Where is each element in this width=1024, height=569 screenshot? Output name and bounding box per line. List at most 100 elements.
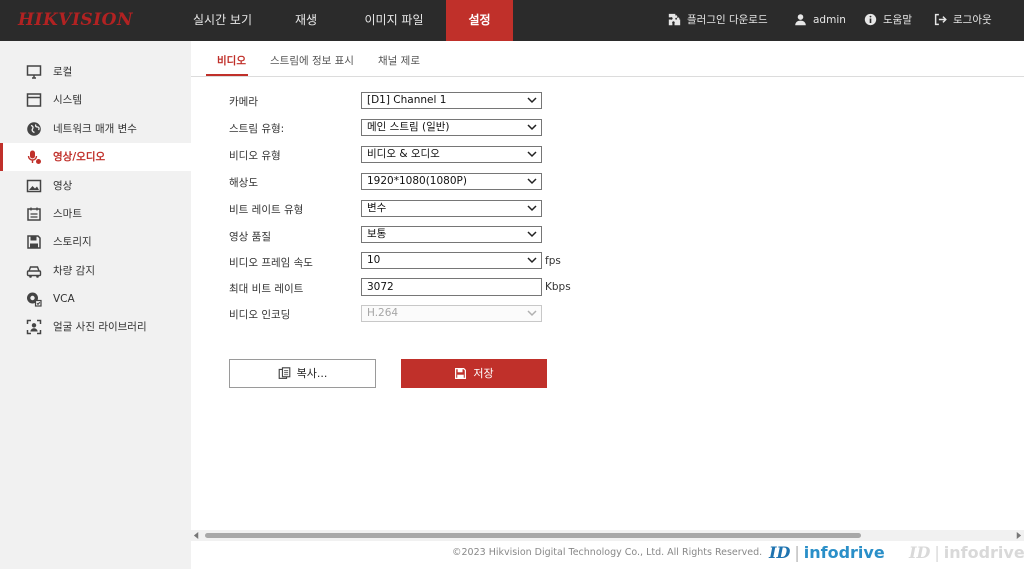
info-icon — [864, 13, 877, 25]
infodrive-watermark-faded: ID | infodrive — [909, 543, 1024, 562]
max-bitrate-input[interactable]: 3072 — [361, 278, 542, 296]
copy-button[interactable]: 복사... — [229, 359, 376, 388]
sidebar-item-video-audio[interactable]: 영상/오디오 — [0, 143, 191, 171]
logout-icon — [934, 13, 947, 25]
copy-button-label: 복사... — [296, 367, 328, 380]
sidebar-item-label: 스마트 — [53, 208, 82, 220]
infodrive-watermark: ID | infodrive — [769, 543, 885, 562]
stream-type-label: 스트림 유형: — [229, 123, 285, 135]
horizontal-scrollbar[interactable] — [191, 530, 1024, 541]
video-encoding-value: H.264 — [367, 307, 399, 319]
sidebar-item-smart[interactable]: 스마트 — [0, 200, 191, 228]
nav-tab-image-files[interactable]: 이미지 파일 — [342, 0, 446, 41]
camera-label: 카메라 — [229, 96, 258, 108]
chevron-down-icon — [527, 231, 537, 238]
user-account-link[interactable]: admin — [794, 0, 846, 41]
subtab-video[interactable]: 비디오 — [217, 53, 246, 75]
watermark-text: infodrive — [943, 543, 1024, 562]
scrollbar-thumb[interactable] — [205, 533, 861, 538]
video-type-label: 비디오 유형 — [229, 150, 281, 162]
car-icon — [26, 266, 42, 278]
resolution-value: 1920*1080(1080P) — [367, 175, 467, 187]
sidebar-item-label: 로컬 — [53, 66, 73, 78]
nav-tab-live-view[interactable]: 실시간 보기 — [175, 0, 270, 41]
image-icon — [26, 179, 42, 193]
nav-tab-settings[interactable]: 설정 — [446, 0, 513, 41]
subtab-divider — [191, 76, 1024, 77]
video-quality-label: 영상 품질 — [229, 231, 271, 243]
save-button-label: 저장 — [473, 367, 494, 380]
stream-type-value: 메인 스트림 (일반) — [367, 121, 450, 133]
sidebar-item-local[interactable]: 로컬 — [0, 58, 191, 86]
chevron-down-icon — [527, 97, 537, 104]
chevron-down-icon — [527, 151, 537, 158]
sidebar-item-label: VCA — [53, 293, 75, 305]
camera-value: [D1] Channel 1 — [367, 94, 447, 106]
camera-select[interactable]: [D1] Channel 1 — [361, 92, 542, 109]
frame-rate-label: 비디오 프레임 속도 — [229, 257, 313, 269]
sidebar-item-vca[interactable]: VCA — [0, 285, 191, 313]
sidebar-item-image[interactable]: 영상 — [0, 172, 191, 200]
settings-sidebar: 로컬 시스템 네트워크 매개 변수 영상/오디오 영상 스마트 스토리지 차량 … — [0, 41, 191, 569]
watermark-text: infodrive — [803, 543, 885, 562]
copyright-text: ©2023 Hikvision Digital Technology Co., … — [452, 547, 763, 558]
bitrate-type-label: 비트 레이트 유형 — [229, 204, 304, 216]
max-bitrate-value: 3072 — [367, 281, 394, 293]
scroll-left-arrow-icon[interactable] — [193, 532, 200, 539]
plugin-download-label: 플러그인 다운로드 — [687, 14, 768, 26]
video-type-select[interactable]: 비디오 & 오디오 — [361, 146, 542, 163]
help-link[interactable]: 도움말 — [864, 0, 912, 41]
stream-type-select[interactable]: 메인 스트림 (일반) — [361, 119, 542, 136]
logout-link[interactable]: 로그아웃 — [934, 0, 992, 41]
puzzle-piece-icon — [668, 13, 681, 25]
save-disk-icon — [455, 367, 467, 379]
plugin-download-link[interactable]: 플러그인 다운로드 — [668, 0, 768, 41]
frame-rate-select[interactable]: 10 — [361, 252, 542, 269]
subtab-stream-info-display[interactable]: 스트림에 정보 표시 — [270, 53, 354, 75]
sidebar-item-network[interactable]: 네트워크 매개 변수 — [0, 115, 191, 143]
calendar-icon — [27, 207, 41, 221]
chevron-down-icon — [527, 257, 537, 264]
video-type-value: 비디오 & 오디오 — [367, 148, 440, 160]
scroll-right-arrow-icon[interactable] — [1015, 532, 1022, 539]
sidebar-item-system[interactable]: 시스템 — [0, 86, 191, 114]
sidebar-item-label: 얼굴 사진 라이브러리 — [53, 321, 147, 333]
sidebar-item-label: 차량 감지 — [53, 265, 95, 277]
frame-rate-unit: fps — [545, 255, 561, 267]
copy-icon — [278, 366, 290, 379]
window-icon — [26, 93, 42, 107]
resolution-label: 해상도 — [229, 177, 258, 189]
video-encoding-select: H.264 — [361, 305, 542, 322]
sidebar-item-label: 영상 — [53, 180, 73, 192]
resolution-select[interactable]: 1920*1080(1080P) — [361, 173, 542, 190]
sidebar-item-label: 영상/오디오 — [53, 151, 106, 163]
chevron-down-icon — [527, 178, 537, 185]
chevron-down-icon — [527, 205, 537, 212]
user-icon — [795, 13, 806, 25]
bitrate-type-select[interactable]: 변수 — [361, 200, 542, 217]
microphone-icon — [27, 150, 41, 164]
vca-camera-icon — [27, 292, 42, 307]
chevron-down-icon — [527, 124, 537, 131]
watermark-id: ID — [909, 543, 931, 562]
video-encoding-label: 비디오 인코딩 — [229, 309, 291, 321]
save-button[interactable]: 저장 — [401, 359, 547, 388]
nav-tab-playback[interactable]: 재생 — [270, 0, 342, 41]
sidebar-item-storage[interactable]: 스토리지 — [0, 228, 191, 256]
sidebar-item-label: 스토리지 — [53, 236, 92, 248]
top-navigation-bar: HIKVISION 실시간 보기 재생 이미지 파일 설정 플러그인 다운로드 … — [0, 0, 1024, 41]
video-quality-select[interactable]: 보통 — [361, 226, 542, 243]
face-frame-icon — [26, 319, 42, 335]
bitrate-type-value: 변수 — [367, 202, 387, 214]
sidebar-item-face-library[interactable]: 얼굴 사진 라이브러리 — [0, 313, 191, 341]
monitor-icon — [26, 65, 42, 79]
max-bitrate-unit: Kbps — [545, 281, 571, 293]
sidebar-item-vehicle-detection[interactable]: 차량 감지 — [0, 257, 191, 285]
sidebar-item-label: 네트워크 매개 변수 — [53, 123, 137, 135]
chevron-down-icon — [527, 310, 537, 317]
video-quality-value: 보통 — [367, 228, 387, 240]
frame-rate-value: 10 — [367, 254, 381, 266]
settings-content: 비디오 스트림에 정보 표시 채널 제로 카메라 [D1] Channel 1 … — [191, 41, 1024, 569]
hikvision-logo: HIKVISION — [18, 10, 134, 30]
subtab-channel-zero[interactable]: 채널 제로 — [378, 53, 420, 75]
